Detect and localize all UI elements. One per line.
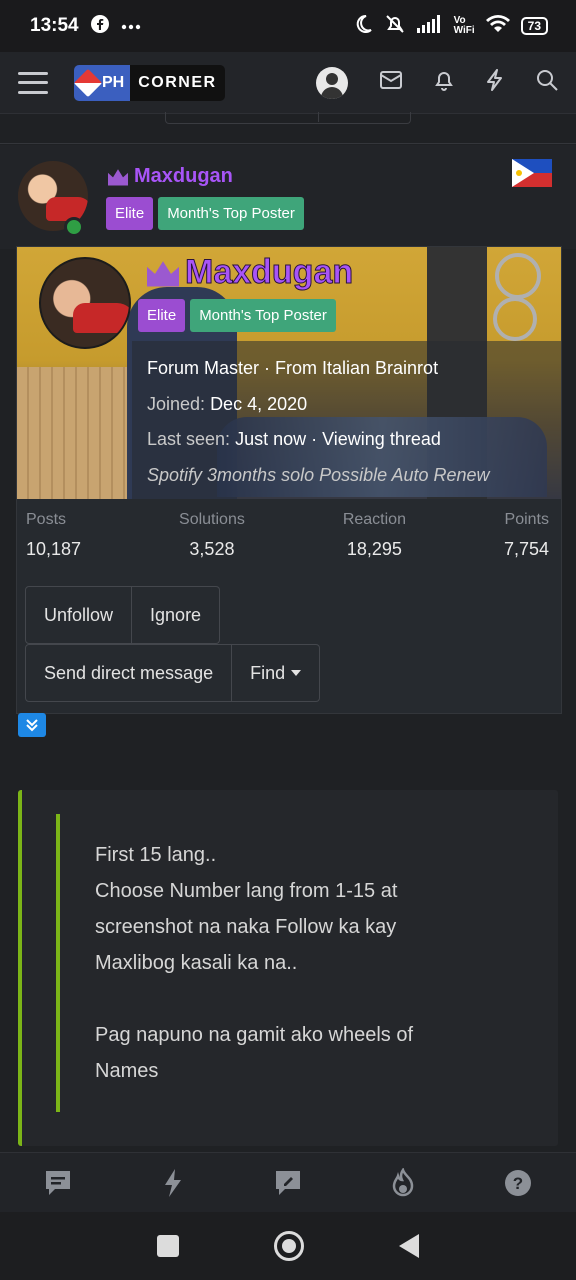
fire-icon[interactable] [383, 1163, 423, 1203]
stat-value: 7,754 [503, 539, 549, 559]
post-author-header: Maxdugan Elite Month's Top Poster [0, 145, 576, 249]
post-quote-block: First 15 lang.. Choose Number lang from … [18, 790, 558, 1146]
mute-icon [384, 13, 406, 40]
top-poster-badge: Month's Top Poster [158, 197, 304, 230]
chat-icon[interactable] [38, 1163, 78, 1203]
vowifi-icon: Vo WiFi [453, 15, 475, 36]
stat-label: Posts [26, 511, 67, 528]
moon-icon [353, 14, 373, 39]
member-stats: Posts 10,187 Solutions 3,528 Reaction 18… [17, 511, 561, 560]
user-icon[interactable] [316, 66, 348, 99]
joined-label: Joined: [147, 393, 206, 414]
message-button-group: Send direct message Find [25, 644, 321, 702]
stat-posts[interactable]: Posts 10,187 [26, 511, 81, 560]
menu-icon[interactable] [18, 71, 48, 94]
card-username-text: Maxdugan [184, 253, 354, 292]
bell-icon[interactable] [434, 69, 454, 96]
back-button-icon[interactable] [398, 1234, 419, 1258]
send-direct-message-button[interactable]: Send direct message [25, 644, 233, 702]
ignore-button[interactable]: Ignore [132, 586, 221, 644]
card-username[interactable]: Maxdugan [147, 253, 354, 292]
last-seen-value: Just now · Viewing thread [235, 429, 441, 449]
joined-value: Dec 4, 2020 [210, 393, 308, 414]
lightning-icon[interactable] [153, 1163, 193, 1203]
lightning-icon[interactable] [486, 69, 504, 96]
online-status-icon [64, 217, 84, 237]
card-elite-badge: Elite [138, 299, 186, 332]
signal-icon [416, 14, 443, 38]
stat-label: Solutions [179, 511, 245, 528]
inbox-icon[interactable] [380, 71, 402, 94]
elite-badge: Elite [106, 197, 154, 230]
previous-content-strip [0, 112, 576, 144]
follow-button-group: Unfollow Ignore [25, 586, 221, 644]
status-bar: 13:54 Vo WiFi 73 [0, 0, 576, 52]
caret-down-icon [291, 670, 302, 676]
post-line: Names [95, 1060, 159, 1082]
profile-banner: Maxdugan Elite Month's Top Poster Forum … [17, 247, 561, 499]
home-button-icon[interactable] [273, 1231, 304, 1261]
stat-reaction[interactable]: Reaction 18,295 [343, 511, 406, 560]
stat-points[interactable]: Points 7,754 [504, 511, 549, 560]
philippines-flag-icon [512, 159, 552, 187]
search-icon[interactable] [536, 69, 558, 96]
wifi-icon [485, 14, 510, 38]
post-line [95, 981, 515, 1017]
logo-cube-icon [74, 68, 103, 97]
logo-corner-text: CORNER [130, 64, 225, 101]
post-body-text: First 15 lang.. Choose Number lang from … [95, 837, 515, 1089]
find-dropdown-button[interactable]: Find [232, 644, 321, 702]
app-header: PH CORNER [0, 52, 576, 114]
card-top-poster-badge: Month's Top Poster [190, 299, 336, 332]
card-info: Forum Master · From Italian Brainrot Joi… [147, 351, 557, 493]
android-navigation-bar [0, 1212, 576, 1280]
crown-icon [147, 261, 179, 287]
status-time: 13:54 [30, 15, 79, 36]
member-card: Maxdugan Elite Month's Top Poster Forum … [16, 246, 562, 714]
battery-indicator: 73 [520, 17, 548, 35]
find-label: Find [250, 662, 286, 683]
stat-label: Reaction [342, 511, 406, 528]
post-line: Pag napuno na gamit ako wheels of [95, 1024, 413, 1046]
post-line: Maxlibog kasali ka na.. [95, 952, 298, 974]
custom-status: Spotify 3months solo Possible Auto Renew [147, 464, 490, 485]
bottom-tab-bar: ? [0, 1152, 576, 1212]
logo-ph-text: PH [102, 73, 125, 91]
crown-icon [108, 169, 128, 186]
stat-value: 10,187 [26, 539, 82, 559]
svg-text:?: ? [513, 1174, 523, 1193]
author-username-text: Maxdugan [134, 165, 233, 187]
facebook-icon [90, 14, 109, 38]
member-title: Forum Master · From Italian Brainrot [147, 358, 439, 378]
stat-label: Points [504, 511, 549, 528]
more-icon [121, 17, 141, 35]
unfollow-button[interactable]: Unfollow [25, 586, 133, 644]
stat-value: 18,295 [346, 539, 402, 559]
stat-solutions[interactable]: Solutions 3,528 [179, 511, 245, 560]
post-line: First 15 lang.. [95, 844, 217, 866]
post-line: Choose Number lang from 1-15 at [95, 880, 398, 902]
recents-button-icon[interactable] [157, 1235, 180, 1257]
post-line: screenshot na naka Follow ka kay [95, 916, 397, 938]
site-logo[interactable]: PH CORNER [74, 64, 225, 101]
edit-icon[interactable] [268, 1163, 308, 1203]
double-down-arrow-icon [18, 713, 46, 737]
card-avatar[interactable] [39, 257, 131, 349]
stat-value: 3,528 [189, 539, 235, 559]
last-seen-label: Last seen: [147, 429, 231, 449]
author-username[interactable]: Maxdugan [108, 165, 233, 188]
help-icon[interactable]: ? [498, 1163, 538, 1203]
